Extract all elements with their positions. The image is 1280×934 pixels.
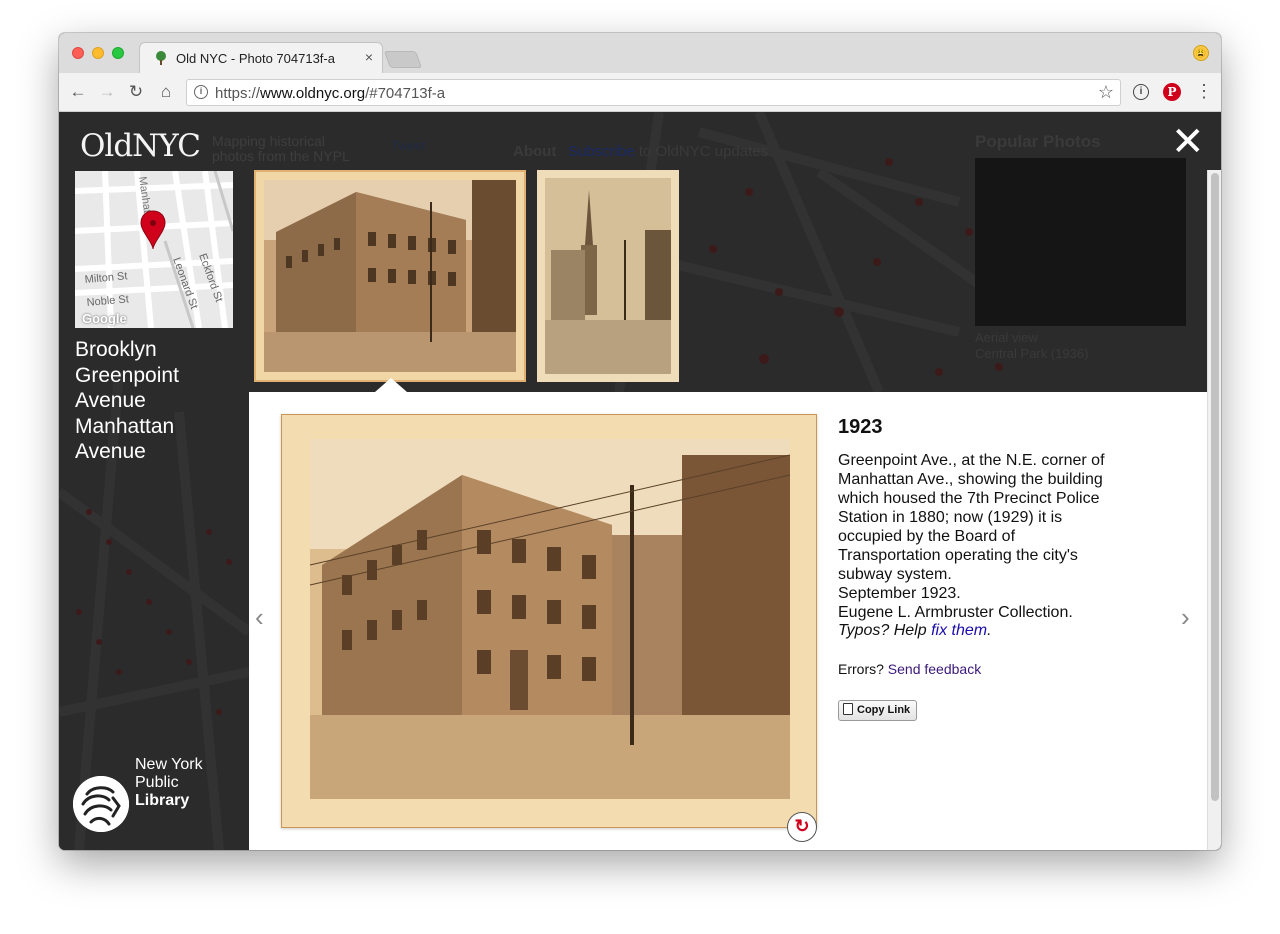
- reload-icon[interactable]: ↻: [126, 82, 146, 102]
- site-logo[interactable]: OldNYC: [80, 128, 201, 164]
- location-minimap[interactable]: Manhattan Milton St Noble St Leonard St …: [75, 171, 233, 328]
- extension-info-icon[interactable]: i: [1133, 84, 1149, 100]
- photo-detail-panel: ↻ ‹ › 1923 Greenpoint Ave., at the N.E. …: [249, 392, 1207, 850]
- tweet-link[interactable]: Tweet: [391, 138, 426, 153]
- description-line: occupied by the Board of: [838, 528, 1016, 545]
- forward-arrow-icon[interactable]: →: [97, 82, 117, 102]
- fix-them-link[interactable]: fix them: [931, 622, 987, 639]
- close-icon[interactable]: ✕: [1171, 122, 1205, 162]
- description-line: Manhattan Ave., showing the building: [838, 471, 1103, 488]
- next-photo-arrow-icon[interactable]: ›: [1181, 602, 1190, 633]
- url-text[interactable]: https://www.oldnyc.org/#704713f-a: [215, 85, 445, 102]
- subscribe-suffix: to OldNYC updates: [634, 143, 769, 160]
- clipboard-icon: [843, 703, 853, 715]
- site-tagline: Mapping historical photos from the NYPL: [212, 133, 350, 164]
- tab-title: Old NYC - Photo 704713f-a: [176, 51, 335, 66]
- profile-emoji-icon[interactable]: 😩: [1193, 45, 1209, 61]
- close-window-button[interactable]: [72, 47, 84, 59]
- address-line: Manhattan: [75, 414, 175, 438]
- description-line: Eugene L. Armbruster Collection.: [838, 604, 1073, 621]
- popular-photos-heading: Popular Photos: [975, 132, 1101, 151]
- browser-window: Old NYC - Photo 704713f-a × 😩 ← → ↻ ⌂ i …: [59, 33, 1221, 850]
- popular-photo-thumbnail[interactable]: [975, 158, 1186, 326]
- photo-thumbnail-selected[interactable]: [254, 170, 526, 382]
- browser-toolbar: ← → ↻ ⌂ i https://www.oldnyc.org/#704713…: [59, 73, 1221, 112]
- scrollbar-thumb[interactable]: [1211, 173, 1219, 801]
- tab-strip: Old NYC - Photo 704713f-a × 😩: [59, 33, 1221, 73]
- photo-year: 1923: [838, 416, 883, 438]
- description-line: Station in 1880; now (1929) it is: [838, 509, 1063, 526]
- address-line: Avenue: [75, 389, 146, 412]
- about-link[interactable]: About: [513, 143, 556, 160]
- selected-thumbnail-pointer: [375, 378, 407, 392]
- tab-oldnyc[interactable]: Old NYC - Photo 704713f-a ×: [139, 42, 383, 73]
- copy-link-label: Copy Link: [857, 704, 911, 716]
- nypl-logo-text[interactable]: New York Public Library: [135, 756, 203, 810]
- location-address: Brooklyn Greenpoint Avenue Manhattan Ave…: [75, 337, 225, 465]
- tree-icon: [156, 51, 166, 65]
- minimap-streets: Manhattan Milton St Noble St Leonard St …: [75, 171, 233, 328]
- tab-close-icon[interactable]: ×: [365, 49, 373, 65]
- subscribe-text: Subscribe to OldNYC updates: [568, 143, 768, 160]
- address-line: Avenue: [75, 440, 146, 463]
- previous-photo-arrow-icon[interactable]: ‹: [255, 602, 264, 633]
- typos-help: Typos? Help fix them.: [838, 622, 992, 639]
- pinterest-icon[interactable]: P: [1163, 83, 1181, 101]
- minimize-window-button[interactable]: [92, 47, 104, 59]
- errors-feedback: Errors? Send feedback: [838, 661, 982, 677]
- rotate-photo-button[interactable]: ↻: [787, 812, 817, 842]
- address-line: Brooklyn: [75, 338, 157, 361]
- google-attribution: Google: [82, 311, 127, 326]
- copy-link-button[interactable]: Copy Link: [838, 700, 918, 721]
- new-tab-button[interactable]: [383, 51, 423, 68]
- description-line: subway system.: [838, 566, 952, 583]
- send-feedback-link[interactable]: Send feedback: [888, 661, 981, 677]
- description-line: Transportation operating the city's: [838, 547, 1078, 564]
- home-icon[interactable]: ⌂: [156, 82, 176, 102]
- info-icon[interactable]: i: [194, 85, 208, 99]
- description-line: Greenpoint Ave., at the N.E. corner of: [838, 452, 1105, 469]
- photo-description: Greenpoint Ave., at the N.E. corner of M…: [838, 451, 1138, 622]
- description-line: September 1923.: [838, 585, 961, 602]
- zoom-window-button[interactable]: [112, 47, 124, 59]
- subscribe-link[interactable]: Subscribe: [568, 143, 635, 160]
- panel-scrollbar[interactable]: [1207, 170, 1221, 850]
- main-photo[interactable]: [281, 414, 817, 828]
- description-line: which housed the 7th Precinct Police: [838, 490, 1100, 507]
- back-arrow-icon[interactable]: ←: [68, 82, 88, 102]
- popular-photo-caption[interactable]: Aerial view Central Park (1936): [975, 330, 1088, 362]
- bookmark-star-icon[interactable]: ☆: [1098, 82, 1114, 103]
- nypl-lion-icon[interactable]: [73, 776, 129, 832]
- menu-dots-icon[interactable]: ⋮: [1195, 81, 1213, 102]
- address-bar[interactable]: i https://www.oldnyc.org/#704713f-a ☆: [186, 79, 1121, 106]
- page-content: OldNYC Mapping historical photos from th…: [59, 112, 1221, 850]
- address-line: Greenpoint: [75, 363, 179, 387]
- photo-thumbnail[interactable]: [537, 170, 679, 382]
